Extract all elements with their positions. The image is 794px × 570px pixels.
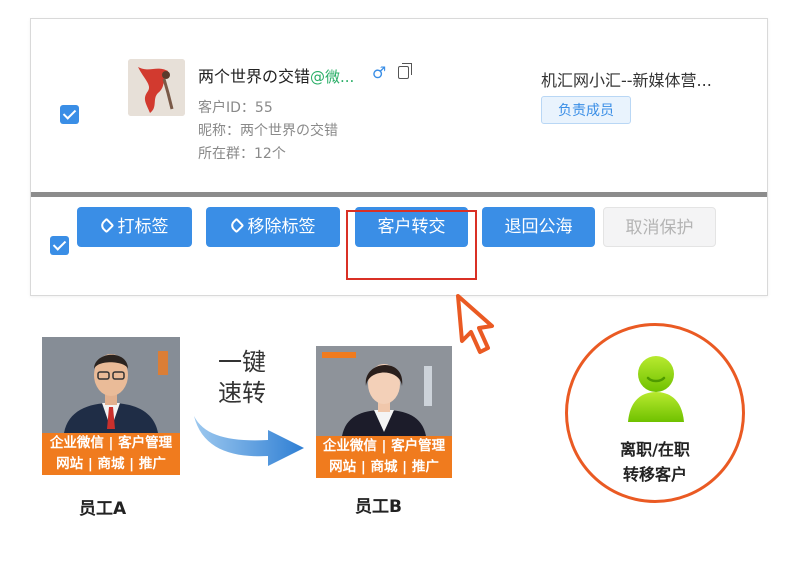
select-all-checkbox[interactable] [50,236,69,255]
cancel-protection-button[interactable]: 取消保护 [603,207,716,247]
wechat-source-tag: @微... [310,68,355,86]
employee-a-photo: 企业微信 | 客户管理 网站 | 商城 | 推广 [42,337,180,475]
role-tag: 负责成员 [541,96,631,124]
customer-id: 客户ID：55 [198,100,273,116]
male-gender-icon: ♂ [372,63,387,82]
employee-a-banner: 企业微信 | 客户管理 网站 | 商城 | 推广 [42,433,180,475]
customer-group-count: 所在群：12个 [198,146,286,162]
transfer-feature-line1: 离职/在职 [620,440,690,459]
tag-button[interactable]: 打标签 [77,207,192,247]
employee-b-label: 员工B [355,497,402,517]
tag-icon [228,217,244,234]
customer-row-checkbox[interactable] [60,105,79,124]
customer-name-text: 两个世界の交错 [198,67,311,86]
transfer-feature-text: 离职/在职 转移客户 [565,437,745,487]
user-icon [628,356,684,422]
quick-transfer-text: 一键 速转 [218,347,266,409]
employee-b-banner-line1: 企业微信 | 客户管理 [322,438,446,454]
tag-icon [98,217,114,234]
quick-transfer-line2: 速转 [218,379,266,407]
employee-b-photo: 企业微信 | 客户管理 网站 | 商城 | 推广 [316,346,452,478]
employee-a-banner-line2: 网站 | 商城 | 推广 [56,456,166,472]
employee-b-banner-line2: 网站 | 商城 | 推广 [329,459,439,475]
customer-avatar [128,59,185,116]
transfer-feature-line2: 转移客户 [622,465,687,484]
quick-transfer-line1: 一键 [218,348,266,376]
owner-org-name: 机汇网小汇--新媒体营... [541,71,712,90]
employee-a-banner-line1: 企业微信 | 客户管理 [49,435,173,451]
copy-icon[interactable] [398,63,412,79]
transfer-highlight-box [346,210,477,280]
customer-name[interactable]: 两个世界の交错@微... [198,63,354,87]
section-divider [31,192,767,197]
customer-nickname: 昵称：两个世界の交错 [198,123,338,139]
employee-a-label: 员工A [79,499,127,519]
remove-tag-button-label: 移除标签 [247,217,316,237]
remove-tag-button[interactable]: 移除标签 [206,207,340,247]
employee-b-portrait [316,346,452,436]
cursor-pointer-icon [456,294,494,354]
employee-a-portrait [42,337,180,433]
employee-b-banner: 企业微信 | 客户管理 网站 | 商城 | 推广 [316,436,452,478]
return-to-pool-button[interactable]: 退回公海 [482,207,595,247]
tag-button-label: 打标签 [117,217,169,237]
transfer-arrow-icon [194,416,304,466]
